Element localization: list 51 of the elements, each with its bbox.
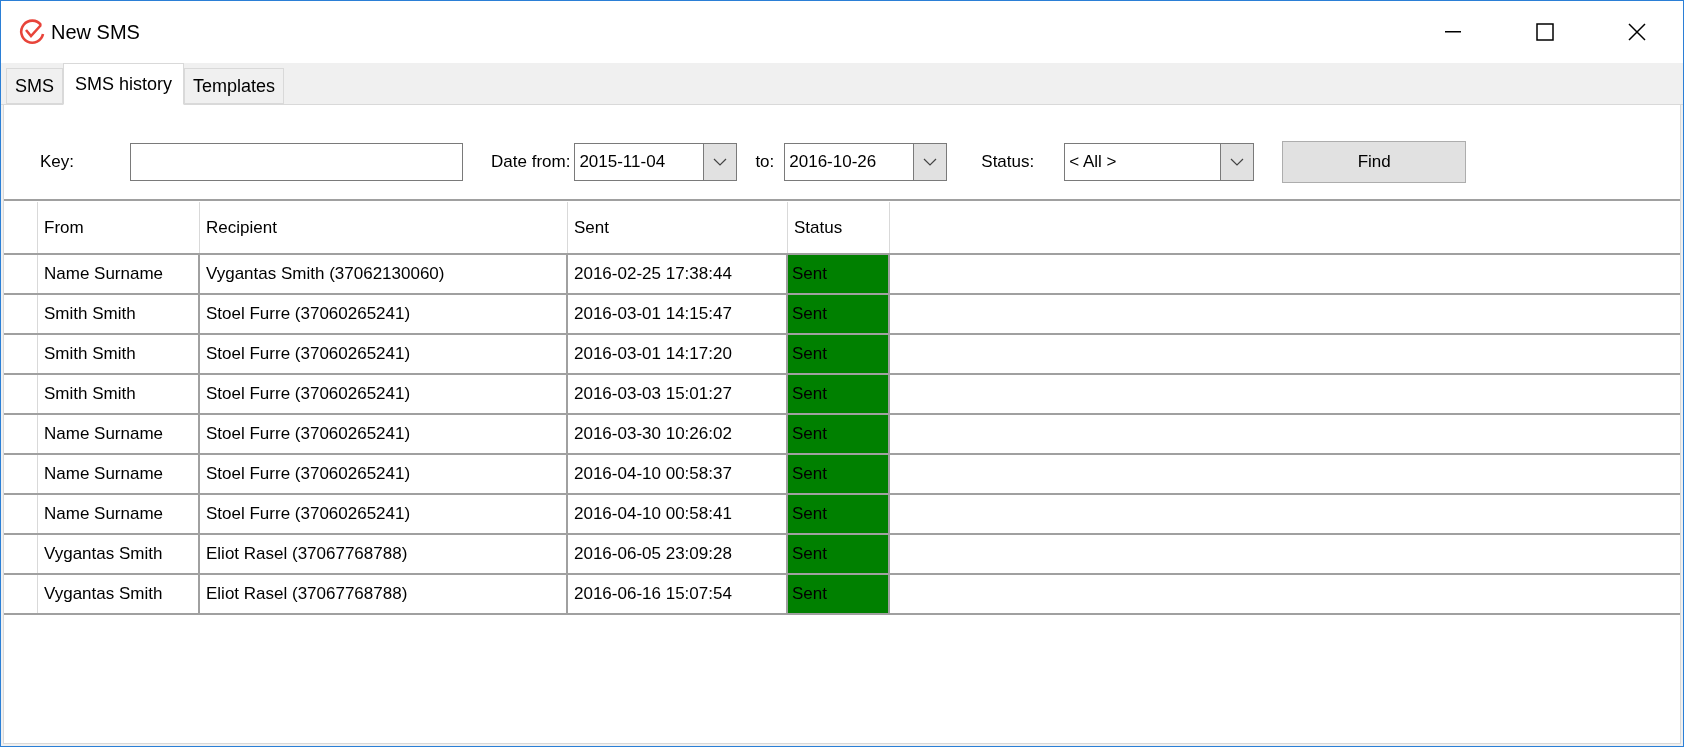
status-cell: Sent bbox=[788, 295, 890, 333]
table-cell: Name Surname bbox=[38, 495, 200, 533]
table-cell: Stoel Furre (37060265241) bbox=[200, 335, 568, 373]
status-cell: Sent bbox=[788, 335, 890, 373]
table-cell: Smith Smith bbox=[38, 375, 200, 413]
tab[interactable]: Templates bbox=[184, 68, 285, 104]
table-cell: Stoel Furre (37060265241) bbox=[200, 455, 568, 493]
key-label: Key: bbox=[40, 151, 75, 174]
find-button[interactable]: Find bbox=[1282, 141, 1467, 183]
date-from-picker[interactable]: 2015-11-04 bbox=[574, 143, 738, 181]
chevron-down-icon bbox=[1230, 158, 1245, 166]
table-cell: Vygantas Smith (37062130060) bbox=[200, 255, 568, 293]
table-cell: Stoel Furre (37060265241) bbox=[200, 495, 568, 533]
table-cell: Vygantas Smith bbox=[38, 575, 200, 613]
status-cell: Sent bbox=[788, 495, 890, 533]
status-cell: Sent bbox=[788, 455, 890, 493]
date-to-label: to: bbox=[755, 151, 775, 174]
tab[interactable]: SMS bbox=[6, 68, 63, 104]
status-label: Status: bbox=[981, 151, 1035, 174]
app-logo-icon bbox=[17, 17, 47, 47]
table-cell: Stoel Furre (37060265241) bbox=[200, 295, 568, 333]
table-cell: Name Surname bbox=[38, 415, 200, 453]
status-cell: Sent bbox=[788, 375, 890, 413]
table-cell: Eliot Rasel (37067768788) bbox=[200, 535, 568, 573]
column-header[interactable]: Sent bbox=[568, 202, 788, 253]
table-cell: Smith Smith bbox=[38, 295, 200, 333]
column-header[interactable]: Status bbox=[788, 202, 890, 253]
table-cell: Vygantas Smith bbox=[38, 535, 200, 573]
key-input[interactable] bbox=[130, 143, 464, 181]
column-header[interactable]: Recipient bbox=[200, 202, 568, 253]
date-from-label: Date from: bbox=[491, 151, 571, 174]
table-cell: Stoel Furre (37060265241) bbox=[200, 415, 568, 453]
window-title: New SMS bbox=[51, 20, 140, 45]
table-cell: Smith Smith bbox=[38, 335, 200, 373]
chevron-down-icon bbox=[713, 158, 728, 166]
status-cell: Sent bbox=[788, 415, 890, 453]
table-cell: Name Surname bbox=[38, 455, 200, 493]
status-dropdown[interactable]: < All > bbox=[1064, 143, 1255, 181]
table-cell: Stoel Furre (37060265241) bbox=[200, 375, 568, 413]
column-header[interactable]: From bbox=[38, 202, 200, 253]
tab[interactable]: SMS history bbox=[63, 63, 185, 105]
chevron-down-icon bbox=[923, 158, 938, 166]
close-icon bbox=[1628, 23, 1646, 41]
status-cell: Sent bbox=[788, 535, 890, 573]
maximize-icon bbox=[1536, 23, 1554, 41]
date-to-picker[interactable]: 2016-10-26 bbox=[784, 143, 948, 181]
table-cell: Name Surname bbox=[38, 255, 200, 293]
minimize-icon bbox=[1445, 31, 1461, 33]
table-cell: Eliot Rasel (37067768788) bbox=[200, 575, 568, 613]
status-cell: Sent bbox=[788, 575, 890, 613]
status-cell: Sent bbox=[788, 255, 890, 293]
